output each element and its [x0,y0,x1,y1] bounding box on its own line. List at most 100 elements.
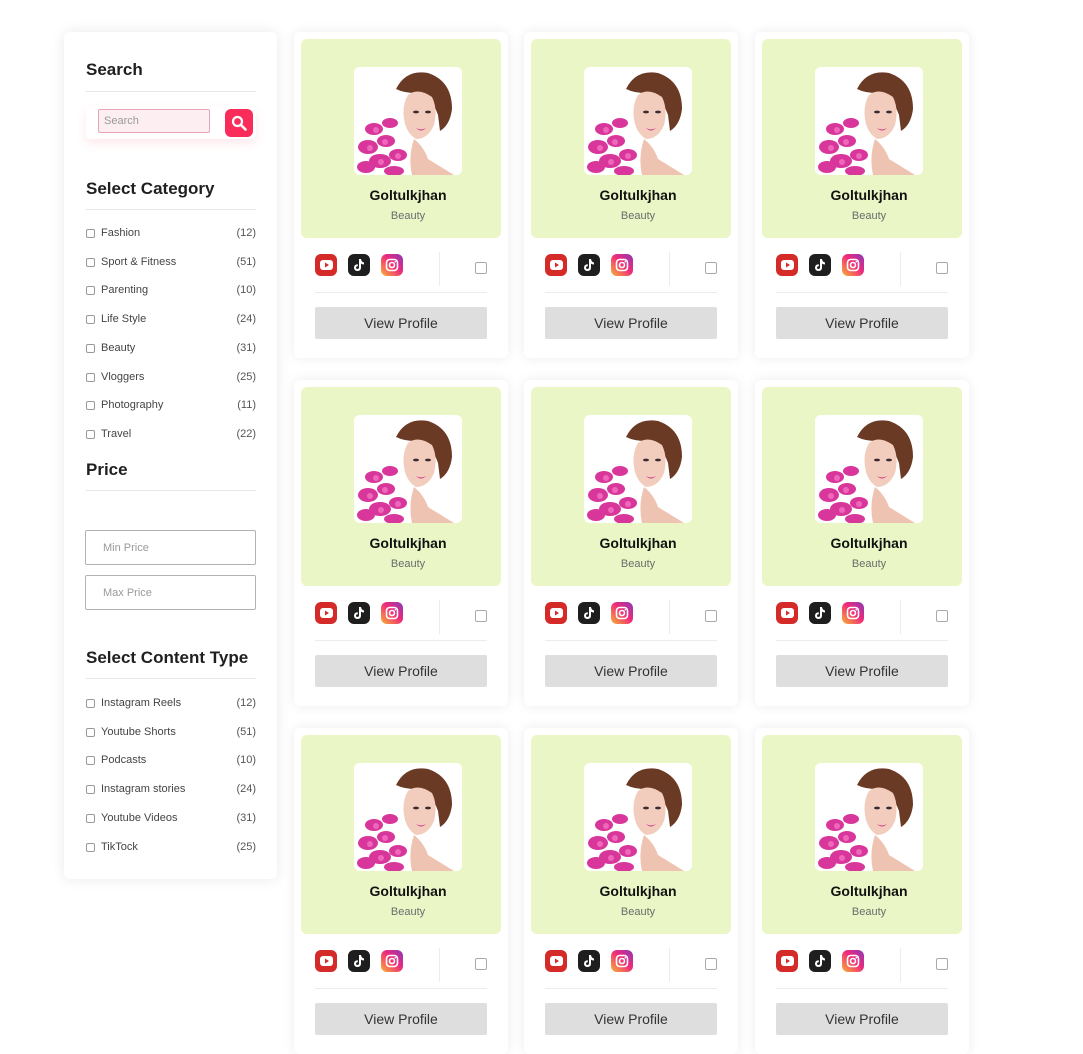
youtube-icon[interactable] [545,950,567,972]
youtube-icon[interactable] [545,602,567,624]
select-checkbox[interactable] [936,610,948,622]
checkbox[interactable] [86,756,95,766]
avatar [354,415,462,523]
tiktok-icon[interactable] [578,254,600,276]
option-label: Photography [101,399,164,412]
checkbox[interactable] [86,813,95,823]
tiktok-icon[interactable] [809,602,831,624]
category-option[interactable]: Fashion (12) [86,227,256,243]
option-count: (11) [237,399,256,412]
youtube-icon[interactable] [776,950,798,972]
card-header: Goltulkjhan Beauty [531,735,731,934]
card-header: Goltulkjhan Beauty [531,39,731,238]
select-checkbox[interactable] [705,262,717,274]
influencer-card: Goltulkjhan Beauty View Profile [524,728,738,1054]
checkbox[interactable] [86,429,95,439]
tiktok-icon[interactable] [809,254,831,276]
view-profile-button[interactable]: View Profile [545,1003,717,1035]
avatar [815,763,923,871]
view-profile-button[interactable]: View Profile [545,307,717,339]
view-profile-button[interactable]: View Profile [776,1003,948,1035]
category-option[interactable]: Photography (11) [86,399,256,415]
min-price-input[interactable] [85,530,256,565]
tiktok-icon[interactable] [348,254,370,276]
category-option[interactable]: Parenting (10) [86,284,256,300]
checkbox[interactable] [86,286,95,296]
content-type-option[interactable]: TikTock (25) [86,841,256,857]
select-checkbox[interactable] [936,262,948,274]
divider [776,640,948,641]
content-type-option[interactable]: Instagram Reels (12) [86,697,256,713]
view-profile-button[interactable]: View Profile [315,1003,487,1035]
option-label: TikTock [101,840,138,853]
tiktok-icon[interactable] [348,950,370,972]
tiktok-icon[interactable] [578,602,600,624]
select-checkbox[interactable] [705,610,717,622]
avatar [815,415,923,523]
divider [315,640,487,641]
option-label: Life Style [101,313,147,326]
select-checkbox[interactable] [705,958,717,970]
view-profile-button[interactable]: View Profile [315,307,487,339]
select-checkbox[interactable] [936,958,948,970]
instagram-icon[interactable] [842,254,864,276]
search-button[interactable] [225,109,253,137]
tiktok-icon[interactable] [348,602,370,624]
checkbox[interactable] [86,842,95,852]
divider [439,600,440,634]
checkbox[interactable] [86,343,95,353]
youtube-icon[interactable] [315,950,337,972]
checkbox[interactable] [86,785,95,795]
select-checkbox[interactable] [475,262,487,274]
divider [545,640,717,641]
category-option[interactable]: Travel (22) [86,428,256,444]
content-type-option[interactable]: Podcasts (10) [86,754,256,770]
category-option[interactable]: Vloggers (25) [86,371,256,387]
select-checkbox[interactable] [475,958,487,970]
content-type-option[interactable]: Instagram stories (24) [86,783,256,799]
instagram-icon[interactable] [381,602,403,624]
view-profile-button[interactable]: View Profile [315,655,487,687]
view-profile-button[interactable]: View Profile [776,307,948,339]
checkbox[interactable] [86,699,95,708]
max-price-input[interactable] [85,575,256,610]
instagram-icon[interactable] [842,602,864,624]
category-option[interactable]: Life Style (24) [86,313,256,329]
influencer-category: Beauty [620,906,656,918]
content-type-option[interactable]: Youtube Videos (31) [86,812,256,828]
tiktok-icon[interactable] [578,950,600,972]
view-profile-button[interactable]: View Profile [776,655,948,687]
checkbox[interactable] [86,372,95,382]
search-input[interactable] [98,109,210,133]
instagram-icon[interactable] [842,950,864,972]
influencer-name: Goltulkjhan [830,535,908,551]
checkbox[interactable] [86,257,95,267]
view-profile-button[interactable]: View Profile [545,655,717,687]
option-count: (10) [236,284,256,297]
tiktok-icon[interactable] [809,950,831,972]
checkbox[interactable] [86,727,95,737]
instagram-icon[interactable] [381,254,403,276]
instagram-icon[interactable] [611,254,633,276]
youtube-icon[interactable] [315,254,337,276]
option-label: Vloggers [101,370,145,383]
youtube-icon[interactable] [776,254,798,276]
instagram-icon[interactable] [381,950,403,972]
instagram-icon[interactable] [611,602,633,624]
category-option[interactable]: Beauty (31) [86,342,256,358]
checkbox[interactable] [86,401,95,411]
influencer-name: Goltulkjhan [830,187,908,203]
content-type-option[interactable]: Youtube Shorts (51) [86,726,256,742]
instagram-icon[interactable] [611,950,633,972]
checkbox[interactable] [86,229,95,238]
option-label: Beauty [101,341,136,354]
youtube-icon[interactable] [315,602,337,624]
category-option[interactable]: Sport & Fitness (51) [86,256,256,272]
youtube-icon[interactable] [776,602,798,624]
checkbox[interactable] [86,315,95,325]
influencer-category: Beauty [851,210,887,222]
youtube-icon[interactable] [545,254,567,276]
select-checkbox[interactable] [475,610,487,622]
option-count: (31) [236,341,256,354]
divider [439,252,440,286]
